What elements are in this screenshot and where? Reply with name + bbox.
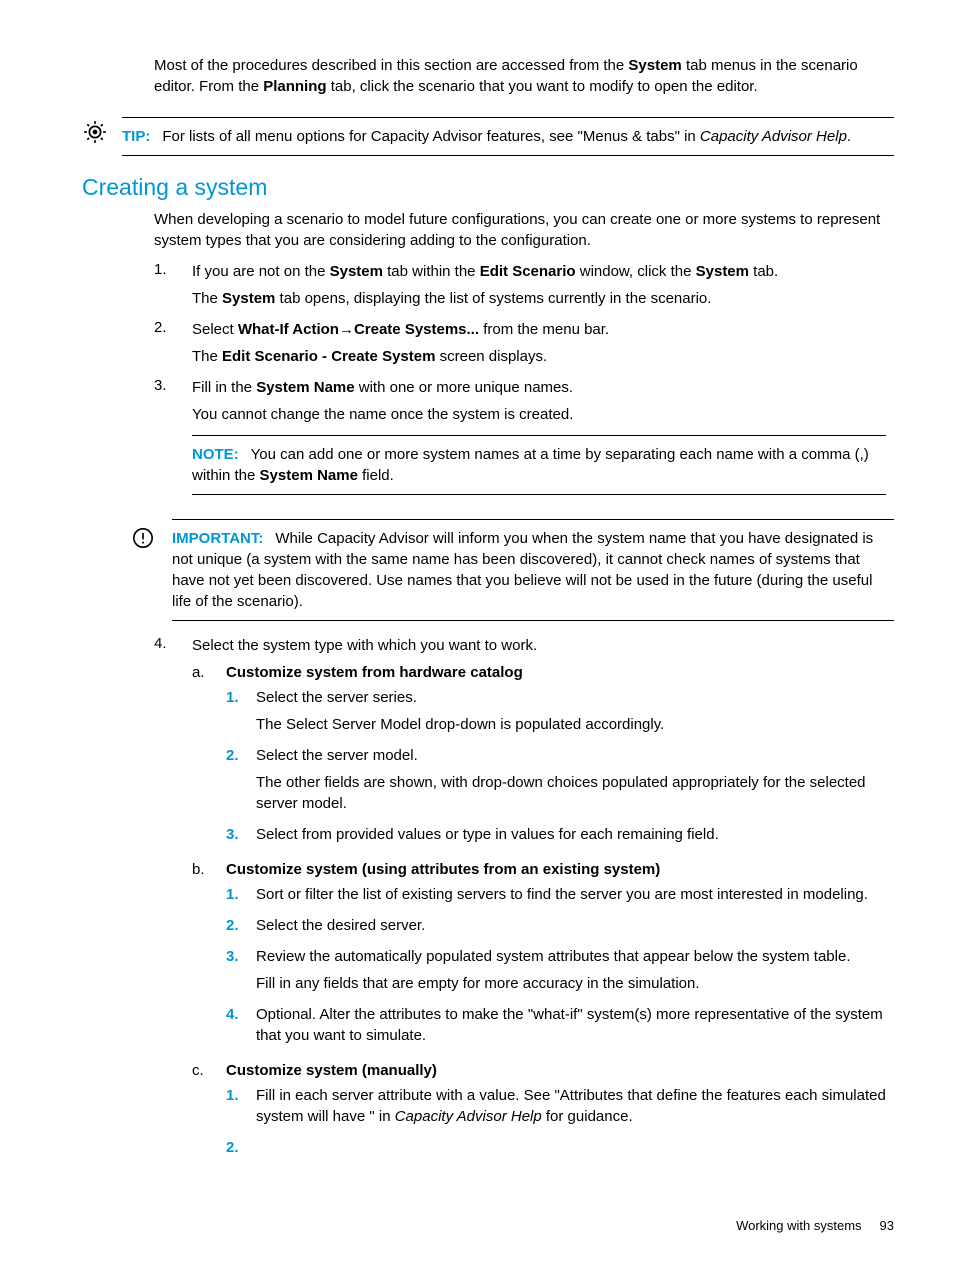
main-step-list-cont: 4. Select the system type with which you… <box>154 635 894 1166</box>
note-label: NOTE: <box>192 446 239 463</box>
tip-callout: TIP:For lists of all menu options for Ca… <box>82 117 894 156</box>
step-4: 4. Select the system type with which you… <box>154 635 894 1166</box>
note-callout: NOTE:You can add one or more system name… <box>192 435 886 495</box>
important-label: IMPORTANT: <box>172 530 263 547</box>
main-step-list: 1. If you are not on the System tab with… <box>154 261 894 509</box>
step-2: 2. Select What-If Action→Create Systems.… <box>154 319 894 373</box>
lead-paragraph: When developing a scenario to model futu… <box>154 209 886 251</box>
lightbulb-icon <box>82 117 110 156</box>
substep-a: a. Customize system from hardware catalo… <box>192 662 886 855</box>
important-callout: IMPORTANT:While Capacity Advisor will in… <box>132 519 894 621</box>
substep-b: b. Customize system (using attributes fr… <box>192 859 886 1056</box>
step-1: 1. If you are not on the System tab with… <box>154 261 894 315</box>
intro-paragraph: Most of the procedures described in this… <box>154 55 886 97</box>
substep-c: c. Customize system (manually) 1.Fill in… <box>192 1060 886 1162</box>
page-footer: Working with systems93 <box>736 1218 894 1233</box>
step-3: 3. Fill in the System Name with one or m… <box>154 377 894 509</box>
tip-label: TIP: <box>122 128 150 145</box>
section-heading: Creating a system <box>82 174 894 201</box>
alert-icon <box>132 519 160 621</box>
